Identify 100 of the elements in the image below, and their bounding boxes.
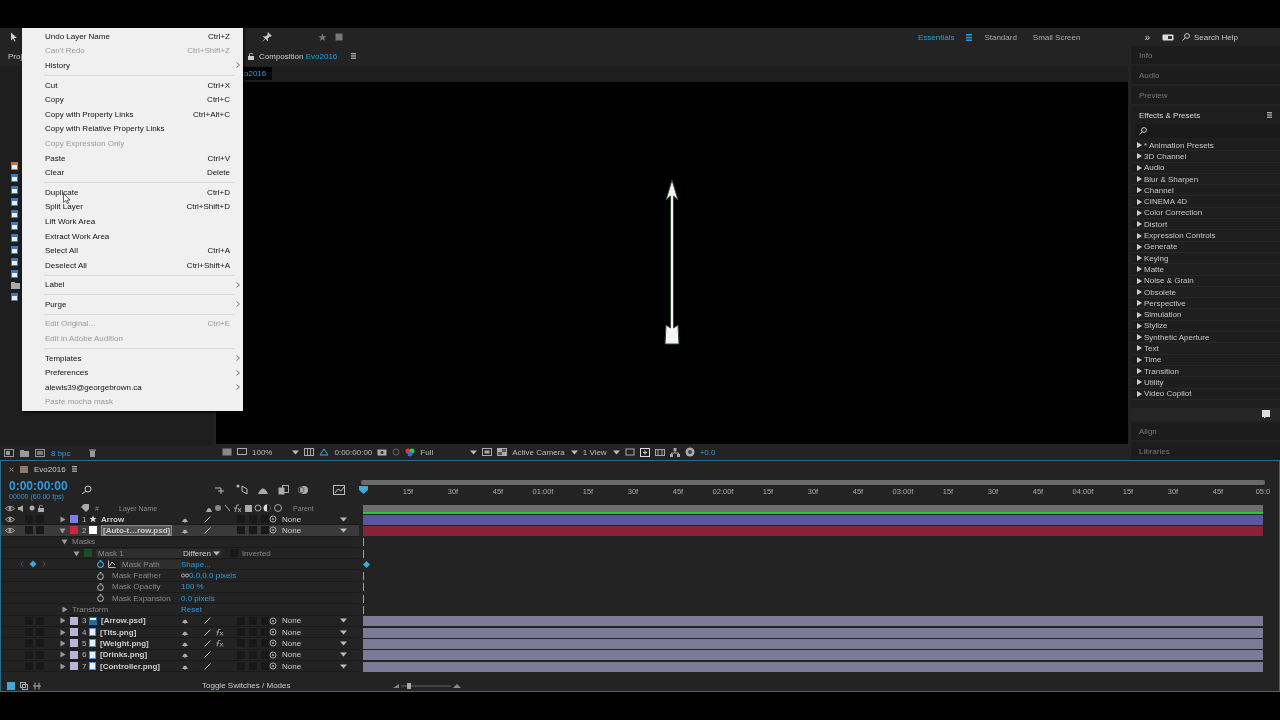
- switch-box[interactable]: [261, 650, 269, 659]
- effect-category[interactable]: Color Correction: [1131, 207, 1280, 220]
- bit-depth-button[interactable]: 8 bpc: [51, 448, 71, 458]
- switch-box[interactable]: [261, 662, 269, 670]
- layer-duration-bar[interactable]: [363, 616, 1263, 627]
- pin-icon[interactable]: [262, 32, 272, 42]
- layer-name[interactable]: [Arrow.psd]: [101, 616, 146, 626]
- effect-category[interactable]: Distort: [1131, 219, 1280, 231]
- effect-category[interactable]: Keying: [1131, 252, 1280, 265]
- toggle-switches-modes-button[interactable]: Toggle Switches / Modes: [196, 680, 297, 691]
- panel-tab[interactable]: Composition Evo2016: [259, 51, 338, 61]
- footage-file-icon[interactable]: [11, 270, 18, 278]
- parent-dropdown[interactable]: None: [282, 638, 335, 648]
- search-help-field[interactable]: Search Help: [1182, 32, 1274, 42]
- new-preset-icon[interactable]: [1262, 410, 1270, 418]
- switch-box[interactable]: [249, 526, 257, 535]
- keyframe-icon[interactable]: [363, 561, 370, 569]
- layer-name[interactable]: [Weight.png]: [100, 638, 149, 648]
- current-time-display[interactable]: 0:00:00:00: [334, 447, 373, 457]
- composition-tab[interactable]: o2016: [242, 66, 273, 80]
- label-color-chip[interactable]: [70, 526, 78, 535]
- menu-item[interactable]: Clear: [45, 168, 65, 178]
- expand-triangle-icon[interactable]: [59, 662, 66, 670]
- expand-triangle-icon[interactable]: [59, 651, 66, 659]
- interpret-footage-icon[interactable]: [4, 449, 14, 457]
- eye-icon[interactable]: [5, 504, 15, 512]
- stopwatch-icon[interactable]: [97, 594, 104, 603]
- footage-file-icon[interactable]: [11, 162, 18, 170]
- monitor-icon[interactable]: [237, 448, 247, 456]
- expand-triangle-icon[interactable]: [61, 538, 68, 546]
- effect-category[interactable]: Matte: [1131, 264, 1280, 276]
- property-value[interactable]: 100 %: [181, 582, 204, 592]
- exposure-icon[interactable]: [684, 447, 695, 457]
- layer-name[interactable]: Arrow: [101, 514, 125, 524]
- mask-color-chip[interactable]: [84, 549, 92, 558]
- effects-search-field[interactable]: [1135, 124, 1280, 138]
- collapsed-panel-tab[interactable]: Info: [1131, 46, 1280, 64]
- zoom-slider-drawing[interactable]: [392, 682, 463, 689]
- eye-icon[interactable]: [5, 515, 15, 523]
- menu-item[interactable]: Paste: [45, 153, 66, 163]
- color-channels-icon[interactable]: [405, 447, 416, 457]
- parent-dropdown[interactable]: None: [282, 514, 335, 524]
- layer-name[interactable]: [Drinks.png]: [100, 650, 148, 660]
- workspace-tab[interactable]: Standard: [980, 32, 1021, 42]
- shy-switch-icon[interactable]: [181, 651, 189, 659]
- label-tag-icon[interactable]: [81, 504, 89, 512]
- project-tab[interactable]: Proj: [8, 51, 23, 61]
- parent-dropdown[interactable]: None: [282, 650, 335, 660]
- effect-category[interactable]: Generate: [1131, 241, 1280, 253]
- parent-dropdown[interactable]: None: [282, 661, 335, 671]
- switch-box[interactable]: [237, 515, 245, 524]
- menu-item[interactable]: alewis39@georgebrown.ca: [45, 382, 142, 392]
- menu-item[interactable]: Label: [45, 280, 65, 290]
- footage-file-icon[interactable]: [11, 186, 18, 194]
- camera-icon[interactable]: [377, 448, 388, 456]
- draft-3d-icon[interactable]: [236, 484, 248, 495]
- magnification-dropdown[interactable]: 100%: [252, 447, 300, 457]
- switch-box[interactable]: [261, 628, 269, 637]
- menu-item[interactable]: Undo Layer Name: [45, 31, 110, 41]
- transparency-grid-icon[interactable]: [497, 448, 508, 456]
- stopwatch-icon[interactable]: [97, 571, 104, 580]
- effect-category[interactable]: Stylize: [1131, 320, 1280, 333]
- effect-category[interactable]: Channel: [1131, 185, 1280, 197]
- caret-icon[interactable]: [292, 449, 300, 455]
- switch-box[interactable]: [36, 515, 44, 524]
- composition-flowchart-icon[interactable]: [215, 485, 227, 494]
- label-color-chip[interactable]: [70, 639, 78, 648]
- frame-blending-icon[interactable]: [278, 484, 289, 495]
- menu-item[interactable]: Lift Work Area: [45, 216, 96, 226]
- effect-category[interactable]: Simulation: [1131, 309, 1280, 321]
- effect-category[interactable]: Video Copilot: [1131, 388, 1280, 400]
- footage-file-icon[interactable]: [11, 222, 18, 230]
- panel-title[interactable]: Effects & Presets: [1139, 110, 1201, 120]
- property-value[interactable]: Shape...: [181, 559, 211, 569]
- audio-icon[interactable]: [18, 504, 26, 512]
- layer-name[interactable]: [Tits.png]: [100, 627, 137, 637]
- fx-icon[interactable]: [214, 628, 224, 637]
- property-name[interactable]: Mask Opacity: [112, 582, 161, 592]
- fast-previews-icon[interactable]: [639, 447, 650, 457]
- collapsed-panel-tab[interactable]: Align: [1131, 422, 1280, 440]
- property-group-label[interactable]: Masks: [72, 537, 96, 547]
- layer-duration-bar[interactable]: [363, 661, 1263, 672]
- expand-triangle-icon[interactable]: [59, 617, 66, 625]
- menu-item[interactable]: Deselect All: [45, 260, 87, 270]
- label-color-chip[interactable]: [70, 628, 78, 637]
- expand-triangle-icon[interactable]: [59, 628, 66, 636]
- property-group-label[interactable]: Transform: [72, 605, 109, 614]
- time-indicator-icon[interactable]: [359, 486, 368, 494]
- camera-dropdown[interactable]: Active Camera: [512, 447, 578, 457]
- expand-triangle-icon[interactable]: [59, 515, 66, 523]
- star-icon[interactable]: [318, 32, 327, 42]
- switch-box[interactable]: [261, 515, 269, 524]
- caret-icon[interactable]: [470, 449, 478, 455]
- overflow-button[interactable]: »: [1140, 31, 1154, 43]
- menu-item[interactable]: Extract Work Area: [45, 231, 110, 241]
- switch-box[interactable]: [261, 526, 269, 535]
- footage-file-icon[interactable]: [11, 246, 18, 254]
- expand-triangle-icon[interactable]: [59, 639, 66, 647]
- lock-icon[interactable]: [38, 504, 44, 512]
- label-color-chip[interactable]: [70, 515, 78, 524]
